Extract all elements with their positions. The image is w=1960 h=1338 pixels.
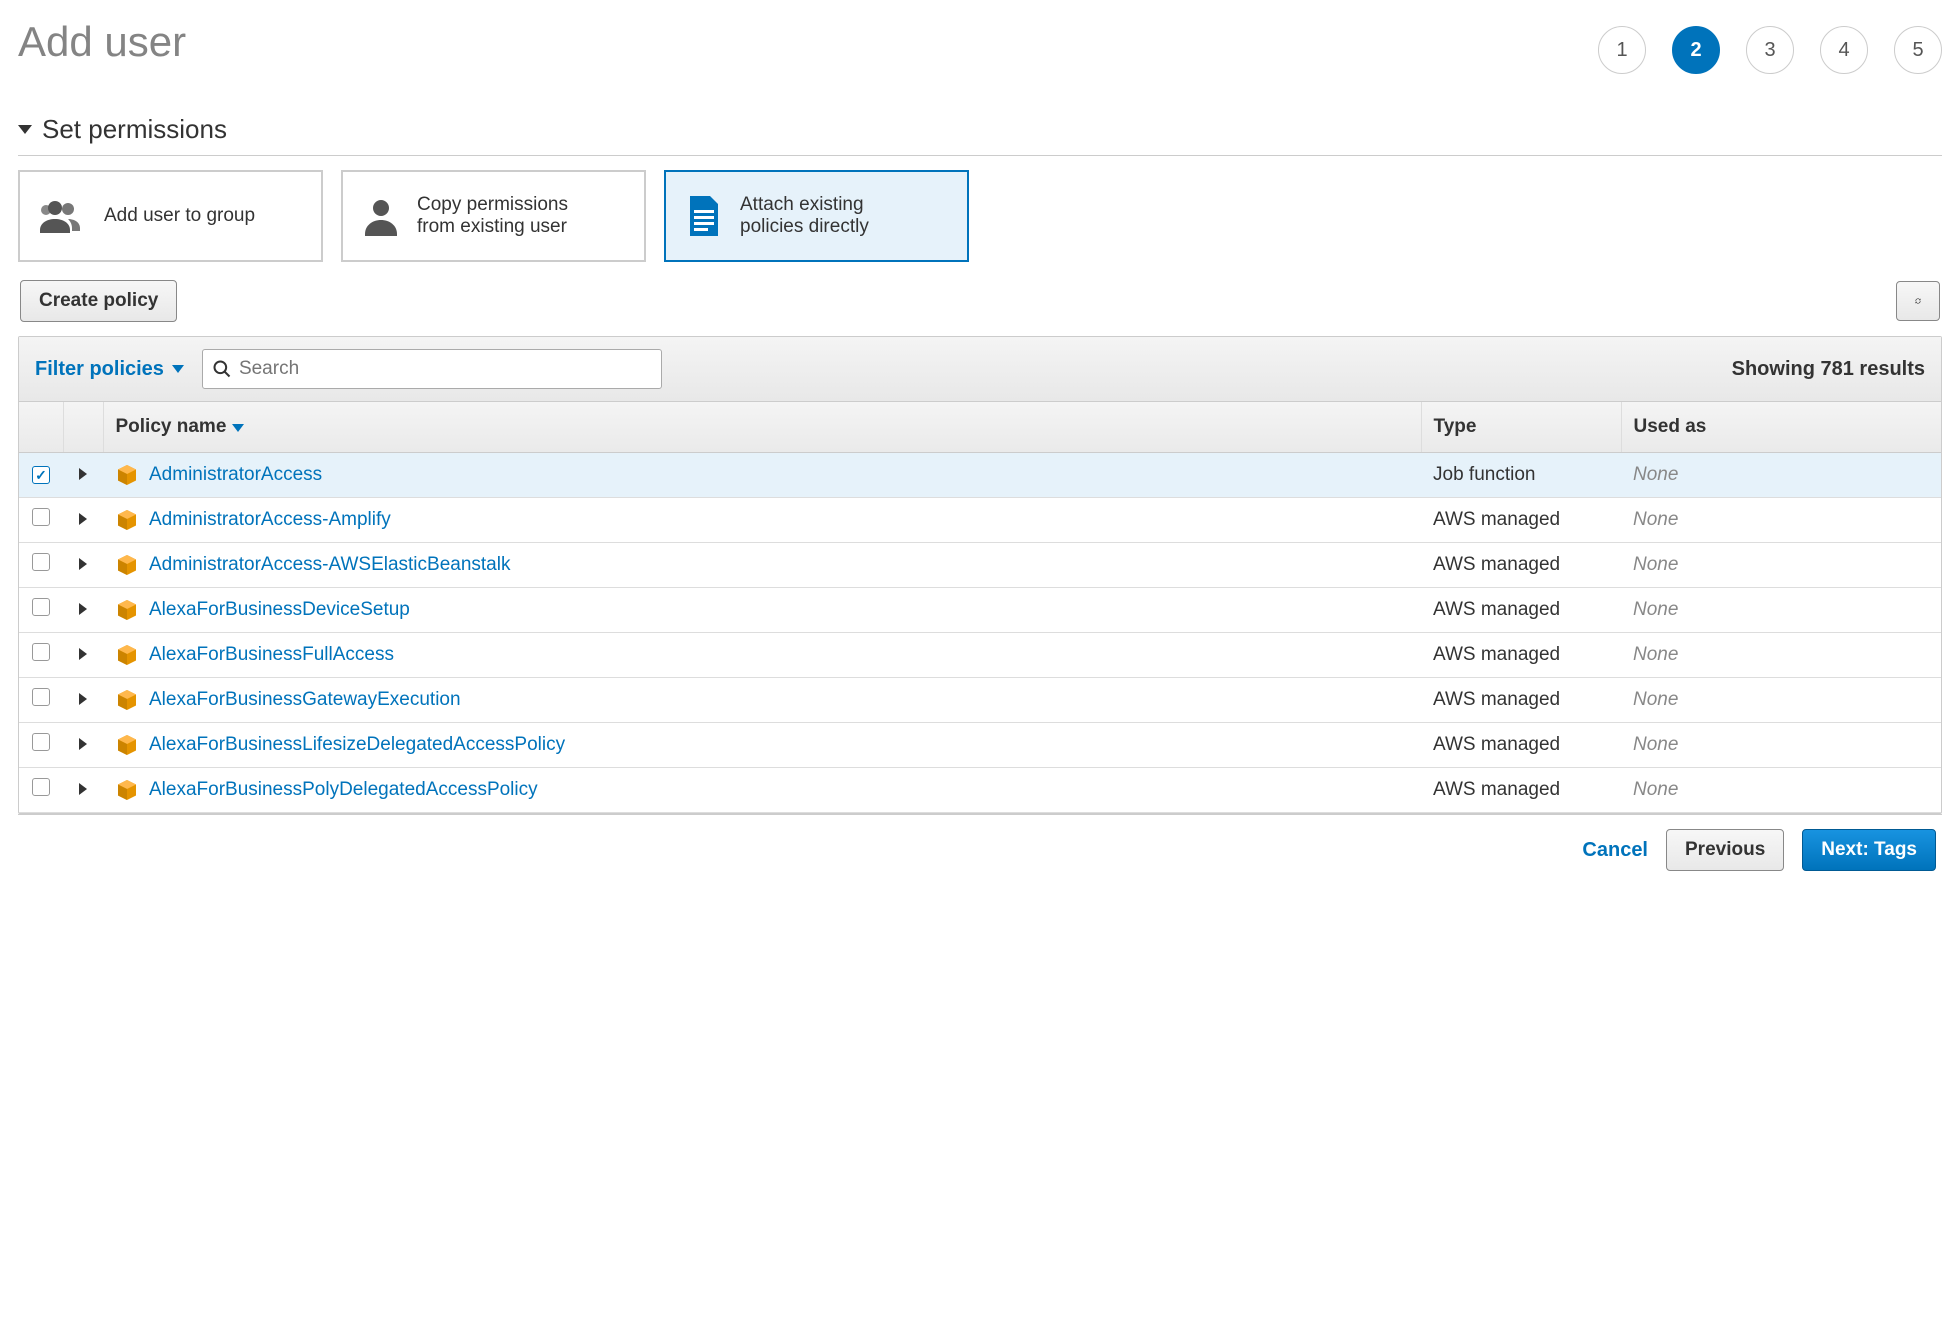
policy-cube-icon xyxy=(115,598,139,622)
step-4[interactable]: 4 xyxy=(1820,26,1868,74)
step-1[interactable]: 1 xyxy=(1598,26,1646,74)
filter-label: Filter policies xyxy=(35,358,164,381)
policy-cube-icon xyxy=(115,508,139,532)
policy-used-as: None xyxy=(1633,779,1678,800)
expand-row-icon[interactable] xyxy=(79,603,87,615)
row-checkbox[interactable] xyxy=(32,553,50,571)
next-button[interactable]: Next: Tags xyxy=(1802,829,1936,871)
policy-type: AWS managed xyxy=(1421,498,1621,543)
policy-used-as: None xyxy=(1633,644,1678,665)
perm-option-add-to-group[interactable]: Add user to group xyxy=(18,170,323,262)
perm-option-copy[interactable]: Copy permissions from existing user xyxy=(341,170,646,262)
perm-option-label: Add user to group xyxy=(104,205,255,227)
policy-name-link[interactable]: AlexaForBusinessLifesizeDelegatedAccessP… xyxy=(149,734,565,756)
chevron-down-icon xyxy=(172,365,184,373)
policy-name-link[interactable]: AlexaForBusinessFullAccess xyxy=(149,644,394,666)
policy-type: Job function xyxy=(1421,453,1621,498)
page-title: Add user xyxy=(18,18,186,66)
perm-option-label: Copy permissions from existing user xyxy=(417,194,597,238)
policy-name-link[interactable]: AlexaForBusinessDeviceSetup xyxy=(149,599,410,621)
table-row: AlexaForBusinessPolyDelegatedAccessPolic… xyxy=(19,768,1941,813)
policy-name-link[interactable]: AdministratorAccess-AWSElasticBeanstalk xyxy=(149,554,510,576)
expand-row-icon[interactable] xyxy=(79,783,87,795)
cancel-button[interactable]: Cancel xyxy=(1582,839,1648,862)
create-policy-button[interactable]: Create policy xyxy=(20,280,177,322)
search-input[interactable] xyxy=(202,349,662,389)
section-title: Set permissions xyxy=(42,114,227,145)
policy-cube-icon xyxy=(115,643,139,667)
policy-used-as: None xyxy=(1633,509,1678,530)
refresh-button[interactable] xyxy=(1896,281,1940,321)
policy-name-link[interactable]: AlexaForBusinessPolyDelegatedAccessPolic… xyxy=(149,779,538,801)
section-toggle[interactable]: Set permissions xyxy=(18,114,1942,156)
row-checkbox[interactable] xyxy=(32,508,50,526)
table-row: AdministratorAccess Job function None xyxy=(19,453,1941,498)
previous-button[interactable]: Previous xyxy=(1666,829,1784,871)
policy-cube-icon xyxy=(115,733,139,757)
expand-row-icon[interactable] xyxy=(79,513,87,525)
caret-down-icon xyxy=(18,125,32,134)
expand-row-icon[interactable] xyxy=(79,693,87,705)
policy-used-as: None xyxy=(1633,599,1678,620)
policy-used-as: None xyxy=(1633,464,1678,485)
column-header-type[interactable]: Type xyxy=(1421,402,1621,453)
row-checkbox[interactable] xyxy=(32,598,50,616)
row-checkbox[interactable] xyxy=(32,688,50,706)
policy-name-link[interactable]: AdministratorAccess-Amplify xyxy=(149,509,391,531)
filter-policies-dropdown[interactable]: Filter policies xyxy=(35,358,184,381)
step-3[interactable]: 3 xyxy=(1746,26,1794,74)
policy-used-as: None xyxy=(1633,734,1678,755)
policy-type: AWS managed xyxy=(1421,543,1621,588)
policy-cube-icon xyxy=(115,553,139,577)
policy-type: AWS managed xyxy=(1421,723,1621,768)
policy-type: AWS managed xyxy=(1421,588,1621,633)
step-5[interactable]: 5 xyxy=(1894,26,1942,74)
expand-row-icon[interactable] xyxy=(79,648,87,660)
column-header-checkbox xyxy=(19,402,63,453)
row-checkbox[interactable] xyxy=(32,778,50,796)
column-header-expand xyxy=(63,402,103,453)
column-header-policy-name[interactable]: Policy name xyxy=(103,402,1421,453)
table-row: AlexaForBusinessGatewayExecution AWS mana… xyxy=(19,678,1941,723)
policy-name-link[interactable]: AlexaForBusinessGatewayExecution xyxy=(149,689,461,711)
row-checkbox[interactable] xyxy=(32,466,50,484)
search-icon xyxy=(212,359,232,379)
row-checkbox[interactable] xyxy=(32,643,50,661)
perm-option-label: Attach existing policies directly xyxy=(740,194,920,238)
users-icon xyxy=(38,198,88,234)
wizard-stepper: 12345 xyxy=(1598,26,1942,74)
policy-cube-icon xyxy=(115,778,139,802)
expand-row-icon[interactable] xyxy=(79,738,87,750)
user-icon xyxy=(361,196,401,236)
column-header-used-as[interactable]: Used as xyxy=(1621,402,1941,453)
policy-type: AWS managed xyxy=(1421,633,1621,678)
row-checkbox[interactable] xyxy=(32,733,50,751)
table-row: AlexaForBusinessLifesizeDelegatedAccessP… xyxy=(19,723,1941,768)
sort-indicator-icon xyxy=(232,424,244,432)
step-2[interactable]: 2 xyxy=(1672,26,1720,74)
policy-cube-icon xyxy=(115,463,139,487)
policy-type: AWS managed xyxy=(1421,678,1621,723)
refresh-icon xyxy=(1915,291,1921,311)
table-row: AlexaForBusinessDeviceSetup AWS managed No… xyxy=(19,588,1941,633)
policy-used-as: None xyxy=(1633,689,1678,710)
policy-name-link[interactable]: AdministratorAccess xyxy=(149,464,322,486)
expand-row-icon[interactable] xyxy=(79,468,87,480)
table-row: AdministratorAccess-AWSElasticBeanstalk A… xyxy=(19,543,1941,588)
table-row: AdministratorAccess-Amplify AWS managed No… xyxy=(19,498,1941,543)
result-count: Showing 781 results xyxy=(1732,358,1925,381)
policy-used-as: None xyxy=(1633,554,1678,575)
policy-type: AWS managed xyxy=(1421,768,1621,813)
expand-row-icon[interactable] xyxy=(79,558,87,570)
perm-option-attach[interactable]: Attach existing policies directly xyxy=(664,170,969,262)
table-row: AlexaForBusinessFullAccess AWS managed Non… xyxy=(19,633,1941,678)
document-icon xyxy=(684,194,724,238)
policy-cube-icon xyxy=(115,688,139,712)
